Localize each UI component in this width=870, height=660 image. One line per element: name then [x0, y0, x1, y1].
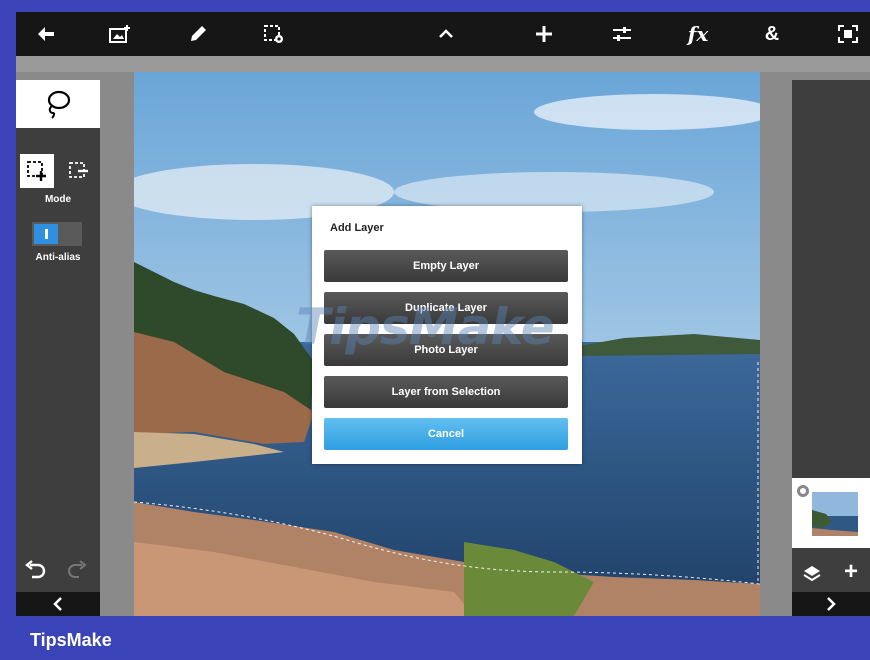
- app-screen: fx & Mode Anti-alias + Add Layer Empty L…: [16, 12, 870, 616]
- anti-alias-on-indicator: [34, 224, 58, 244]
- collapse-right-button[interactable]: [792, 592, 870, 616]
- mode-label: Mode: [44, 194, 72, 205]
- photo-layer-button[interactable]: Photo Layer: [324, 334, 568, 366]
- chevron-right-icon: [827, 597, 836, 611]
- empty-layer-button[interactable]: Empty Layer: [324, 250, 568, 282]
- undo-icon[interactable]: [24, 560, 48, 587]
- adjustments-icon[interactable]: [600, 12, 644, 56]
- blend-label: &: [764, 22, 780, 45]
- plus-icon[interactable]: [522, 12, 566, 56]
- fullscreen-icon[interactable]: [826, 12, 870, 56]
- back-arrow-icon[interactable]: [24, 12, 68, 56]
- tool-options-panel: Mode Anti-alias: [16, 80, 100, 616]
- dialog-title: Add Layer: [330, 222, 384, 234]
- layer-from-selection-button[interactable]: Layer from Selection: [324, 376, 568, 408]
- selection-mode-row: [16, 154, 100, 190]
- blend-icon[interactable]: &: [750, 12, 794, 56]
- chevron-up-icon[interactable]: [424, 12, 468, 56]
- canvas-top-gutter: [16, 56, 870, 72]
- effects-icon[interactable]: fx: [676, 12, 720, 56]
- top-toolbar: fx &: [16, 12, 870, 56]
- brand-label: TipsMake: [30, 630, 112, 650]
- layers-panel: +: [792, 80, 870, 616]
- lasso-tool-button[interactable]: [16, 80, 100, 128]
- chevron-left-icon: [53, 597, 62, 611]
- selection-settings-icon[interactable]: [252, 12, 296, 56]
- add-layer-dialog: Add Layer Empty Layer Duplicate Layer Ph…: [312, 206, 582, 464]
- anti-alias-label: Anti-alias: [35, 252, 81, 263]
- add-selection-icon: [27, 161, 46, 181]
- layers-icon[interactable]: [802, 564, 822, 589]
- layer-visibility-indicator[interactable]: [797, 485, 809, 497]
- collapse-left-button[interactable]: [16, 592, 100, 616]
- subtract-selection-mode-button[interactable]: [62, 154, 96, 188]
- duplicate-layer-button[interactable]: Duplicate Layer: [324, 292, 568, 324]
- add-layer-icon[interactable]: +: [844, 560, 858, 584]
- redo-icon[interactable]: [66, 560, 88, 587]
- add-image-icon[interactable]: [98, 12, 142, 56]
- cancel-button[interactable]: Cancel: [324, 418, 568, 450]
- effects-label: fx: [687, 22, 709, 46]
- layer-preview-image: [812, 492, 858, 536]
- pencil-icon[interactable]: [176, 12, 220, 56]
- layers-actions-row: +: [792, 554, 870, 594]
- lasso-icon: [47, 90, 71, 119]
- history-row: [16, 556, 100, 590]
- add-selection-mode-button[interactable]: [20, 154, 54, 188]
- layer-thumbnail[interactable]: [792, 478, 870, 548]
- anti-alias-toggle[interactable]: [32, 222, 82, 246]
- subtract-selection-icon: [69, 162, 88, 178]
